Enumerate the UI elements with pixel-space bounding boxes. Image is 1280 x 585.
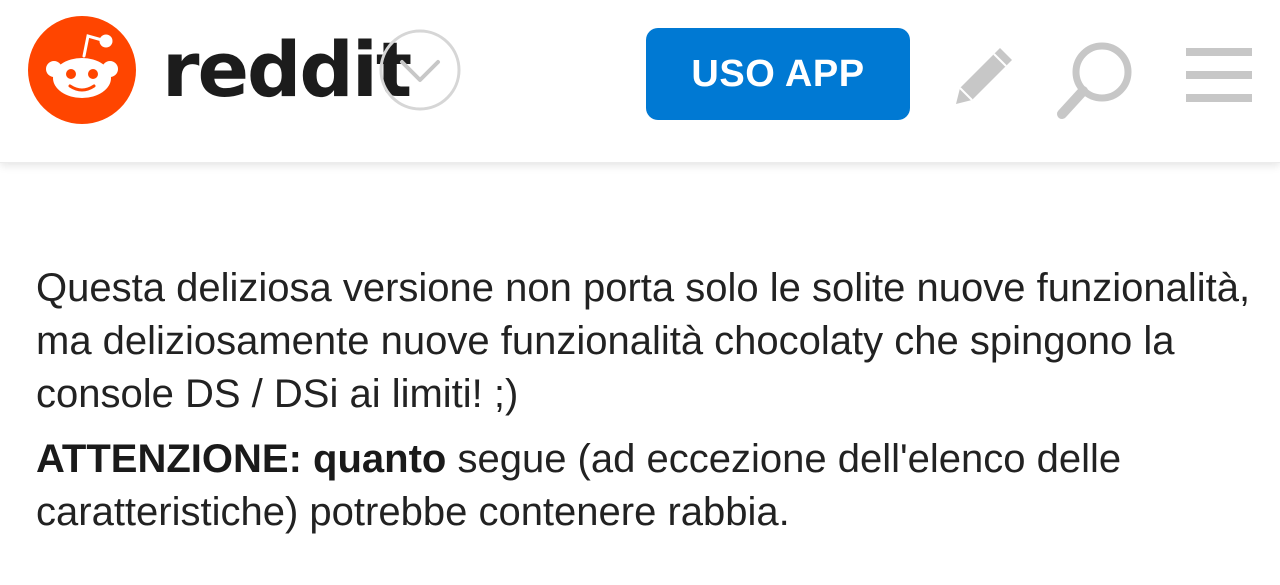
top-bar: reddit USO APP: [0, 0, 1280, 163]
chevron-down-icon[interactable]: [378, 28, 462, 112]
warning-emphasis: quanto: [313, 437, 447, 481]
post-paragraph: Questa deliziosa versione non porta solo…: [36, 266, 1251, 416]
use-app-button[interactable]: USO APP: [646, 28, 910, 120]
post-warning-paragraph: ATTENZIONE: quanto segue (ad eccezione d…: [36, 433, 1276, 539]
post-body: Questa deliziosa versione non porta solo…: [36, 262, 1276, 539]
warning-label: ATTENZIONE:: [36, 437, 302, 481]
reddit-snoo-icon[interactable]: [28, 16, 136, 124]
pencil-icon[interactable]: [944, 36, 1024, 116]
reddit-wordmark: reddit: [162, 25, 412, 114]
hamburger-menu-icon[interactable]: [1184, 46, 1254, 104]
search-icon[interactable]: [1052, 36, 1140, 124]
